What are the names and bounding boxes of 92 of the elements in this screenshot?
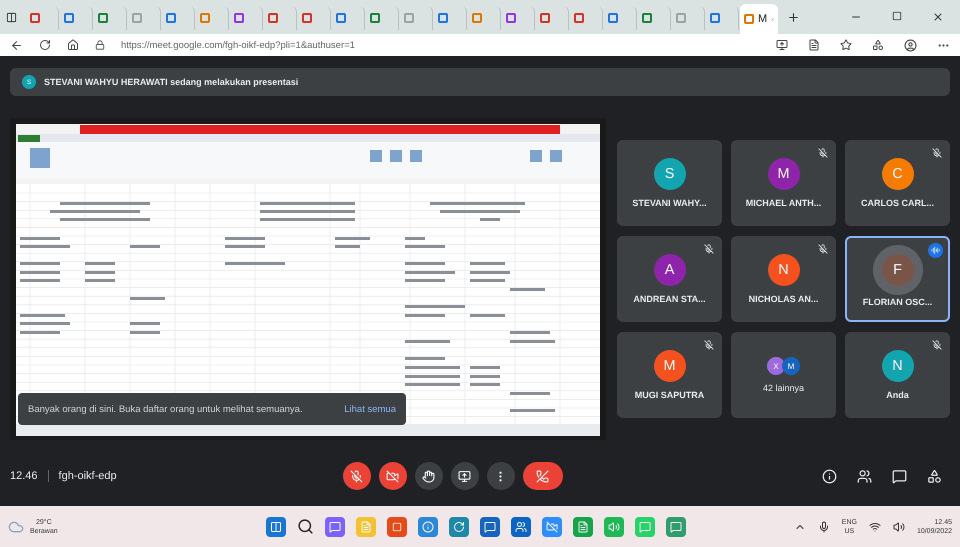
maximize-icon[interactable] <box>892 11 902 21</box>
favicon-icon <box>710 13 720 23</box>
volume-icon[interactable] <box>892 520 905 532</box>
favicon-icon <box>30 13 40 23</box>
favicon-icon <box>132 13 142 23</box>
favicon-icon <box>64 13 74 23</box>
favicon-icon <box>574 13 584 23</box>
hand-icon <box>422 470 436 482</box>
back-icon[interactable] <box>10 38 23 52</box>
participant-avatar: A <box>654 254 686 286</box>
participant-tile[interactable]: A ANDREAN STA... <box>617 236 722 322</box>
participant-tile[interactable]: M MUGI SAPUTRA <box>617 332 722 418</box>
extensions-icon[interactable] <box>872 39 884 51</box>
participant-name: MICHAEL ANTH... <box>746 198 822 208</box>
favicon-icon <box>166 13 176 23</box>
participant-tile[interactable]: F FLORIAN OSC... <box>845 236 950 322</box>
screen-share-icon <box>458 470 472 482</box>
favicon-icon <box>370 13 380 23</box>
favicon-icon <box>506 13 516 23</box>
camera-off-icon <box>386 470 400 482</box>
participant-name: FLORIAN OSC... <box>862 297 932 307</box>
participant-avatar: N <box>768 254 800 286</box>
participant-tile[interactable]: M MICHAEL ANTH... <box>731 140 836 226</box>
participant-tile[interactable]: N Anda <box>845 332 950 418</box>
chat-app-icon[interactable] <box>325 516 345 536</box>
participant-avatar: N <box>882 350 914 382</box>
participant-name: NICHOLAS AN... <box>748 294 818 304</box>
present-button[interactable] <box>450 462 479 490</box>
meeting-time: 12.46 <box>10 470 38 482</box>
lock-icon <box>95 40 105 50</box>
screen-icon[interactable] <box>776 39 788 51</box>
favicon-icon <box>268 13 278 23</box>
spreadsheet-app-icon[interactable] <box>573 516 593 536</box>
presenting-notice: STEVANI WAHYU HERAWATI sedang melakukan presentasi <box>44 77 298 87</box>
participant-avatar: F <box>882 254 914 286</box>
start-icon[interactable] <box>266 516 286 536</box>
favicon-icon <box>438 13 448 23</box>
participant-avatar: M <box>768 158 800 190</box>
see-all-link[interactable]: Lihat semua <box>344 404 396 414</box>
leave-call-button[interactable] <box>522 462 563 490</box>
favicon-icon <box>302 13 312 23</box>
mic-off-icon <box>350 470 364 482</box>
weather-icon <box>8 518 24 534</box>
microphone-button[interactable] <box>342 462 371 490</box>
raise-hand-button[interactable] <box>414 462 443 490</box>
speaking-icon <box>928 243 943 258</box>
participant-avatar: S <box>654 158 686 190</box>
participant-tile[interactable]: N NICHOLAS AN... <box>731 236 836 322</box>
browser-tab[interactable]: M <box>740 4 778 34</box>
info-icon[interactable] <box>822 468 837 484</box>
favicon-icon <box>472 13 482 23</box>
favicon-icon <box>98 13 108 23</box>
favicon-icon <box>676 13 686 23</box>
participant-avatar: M <box>654 350 686 382</box>
favicon-icon <box>404 13 414 23</box>
phone-icon <box>536 470 550 482</box>
toast-message: Banyak orang di sini. Buka daftar orang untuk melihat semuanya. <box>28 404 303 414</box>
favicon-icon <box>642 13 652 23</box>
favicon-icon <box>540 13 550 23</box>
participant-tile[interactable]: X M 42 lainnya <box>731 332 836 418</box>
participant-avatar: M <box>782 357 800 375</box>
favicon-icon <box>608 13 618 23</box>
new-tab-icon[interactable] <box>787 10 800 24</box>
mic-icon[interactable] <box>818 520 830 532</box>
participant-avatar: X <box>767 357 785 375</box>
tab-actions-icon[interactable] <box>6 12 17 22</box>
favicon-icon <box>234 13 244 23</box>
chat-icon[interactable] <box>892 468 907 484</box>
participant-avatar: C <box>882 158 914 190</box>
address-field[interactable]: https://meet.google.com/fgh-oikf-edp?pli=1&authuser=1 <box>121 40 355 50</box>
close-icon[interactable] <box>932 11 944 23</box>
search-icon[interactable] <box>297 518 314 535</box>
participant-tile[interactable]: S STEVANI WAHY... <box>617 140 722 226</box>
participant-name: 42 lainnya <box>762 383 804 393</box>
profile-icon[interactable] <box>904 38 917 52</box>
participant-tile[interactable]: C CARLOS CARL... <box>845 140 950 226</box>
activities-icon[interactable] <box>927 468 942 484</box>
participant-name: MUGI SAPUTRA <box>634 390 704 400</box>
participant-name: ANDREAN STA... <box>633 294 706 304</box>
participant-name: Anda <box>886 390 909 400</box>
participant-name: CARLOS CARL... <box>861 198 934 208</box>
home-icon[interactable] <box>67 39 79 51</box>
meeting-code: fgh-oikf-edp <box>58 470 117 482</box>
favicon-icon <box>200 13 210 23</box>
favicon-icon <box>744 14 754 24</box>
people-icon[interactable] <box>857 468 872 484</box>
camera-button[interactable] <box>378 462 407 490</box>
favicon-icon <box>336 13 346 23</box>
favorite-icon[interactable] <box>840 39 852 51</box>
wifi-icon[interactable] <box>868 520 881 532</box>
reload-icon[interactable] <box>39 39 51 51</box>
participant-name: STEVANI WAHY... <box>632 198 707 208</box>
